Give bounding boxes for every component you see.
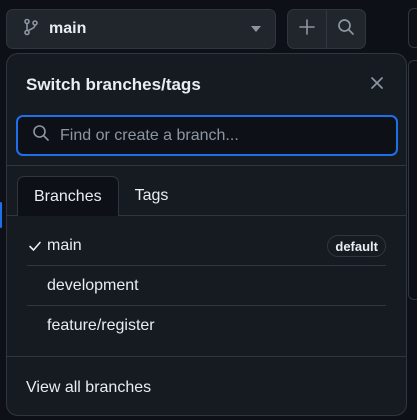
search-icon — [337, 18, 355, 41]
branch-item-development[interactable]: development — [7, 266, 406, 306]
branch-name: development — [47, 277, 139, 294]
divider — [7, 356, 406, 357]
triangle-down-icon — [251, 26, 261, 32]
search-code-button[interactable] — [326, 10, 365, 48]
branch-name: main — [47, 237, 82, 254]
branch-name: feature/register — [47, 317, 155, 334]
tab-branches[interactable]: Branches — [17, 176, 119, 216]
branch-actions-group — [287, 9, 366, 49]
background-accent-mark — [0, 202, 2, 228]
branch-selector-button[interactable]: main — [6, 9, 276, 49]
branch-switcher-dropdown: Switch branches/tags Branches — [6, 53, 407, 416]
branch-search-input[interactable] — [60, 126, 380, 145]
add-file-button[interactable] — [288, 10, 326, 48]
search-icon — [32, 124, 50, 147]
branch-item-main[interactable]: main default — [7, 226, 406, 266]
branch-tag-tabs: Branches Tags — [17, 176, 184, 216]
dropdown-header: Switch branches/tags — [7, 54, 406, 110]
tab-branches-label: Branches — [34, 187, 102, 205]
check-icon — [28, 239, 42, 253]
default-badge: default — [327, 235, 386, 257]
branch-item-feature-register[interactable]: feature/register — [7, 306, 406, 346]
tab-tags-label: Tags — [134, 187, 169, 204]
branch-list: main default development feature/registe… — [7, 226, 406, 346]
current-branch-label: main — [49, 20, 87, 37]
dropdown-title: Switch branches/tags — [26, 75, 201, 94]
git-branch-icon — [23, 18, 39, 41]
plus-icon — [299, 18, 315, 40]
repository-page: main Switch branches/tags Find or create… — [0, 0, 417, 420]
divider — [7, 165, 406, 166]
background-box — [408, 60, 417, 300]
close-icon[interactable] — [368, 74, 386, 92]
branch-search-field[interactable] — [16, 115, 398, 156]
tab-tags[interactable]: Tags — [119, 176, 185, 216]
background-box-top — [408, 8, 417, 48]
view-all-branches-link[interactable]: View all branches — [26, 379, 151, 397]
